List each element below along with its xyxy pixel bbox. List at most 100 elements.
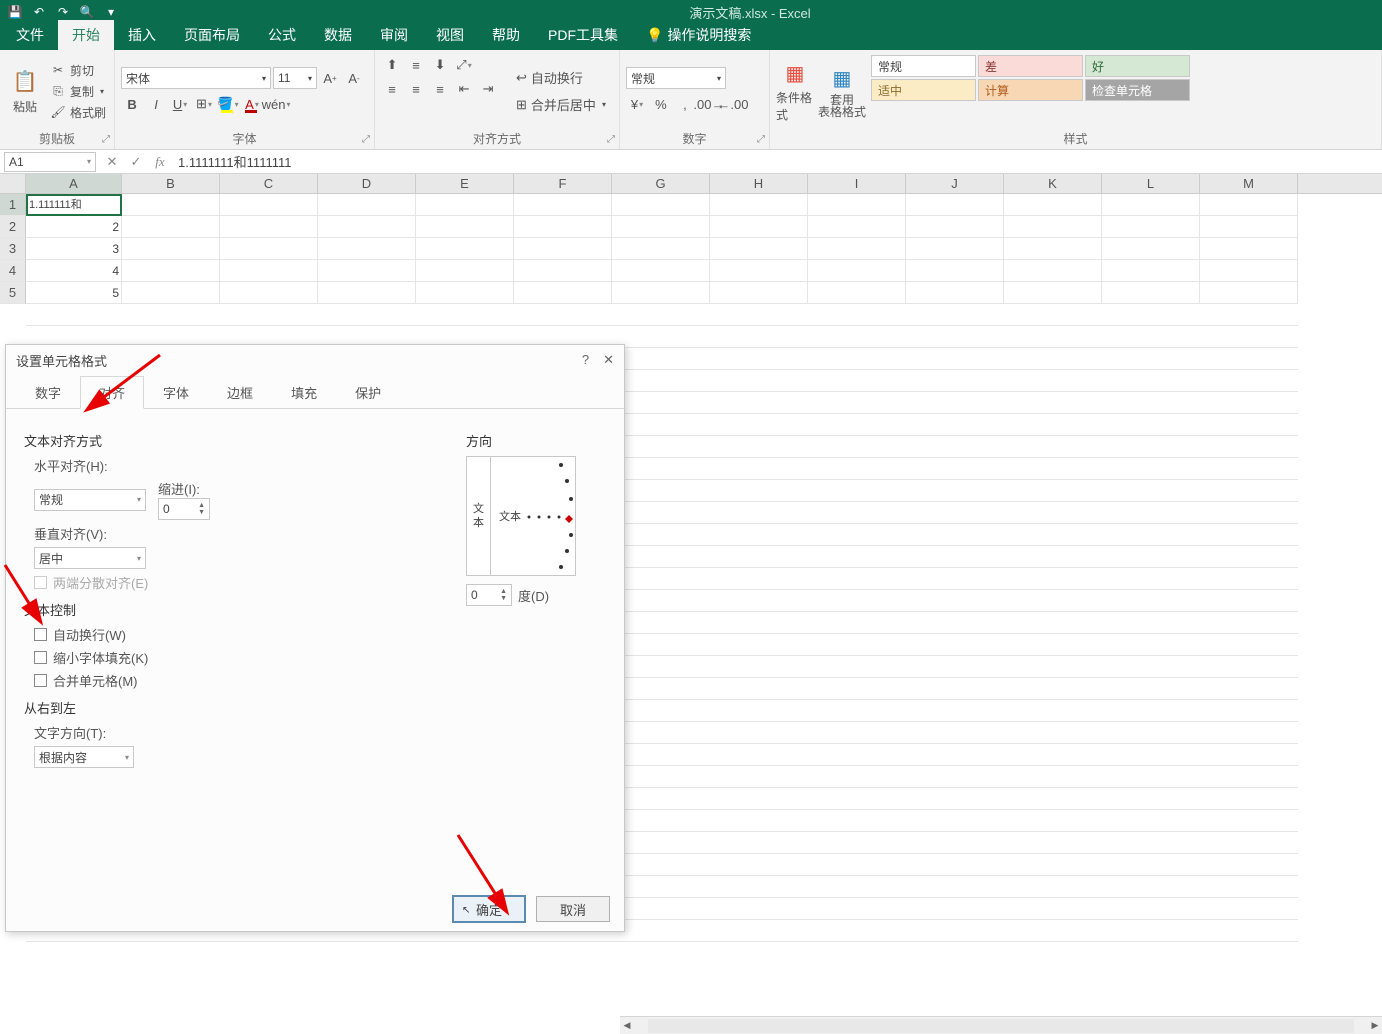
row-header-1[interactable]: 1 [0,194,26,216]
cell[interactable] [416,260,514,282]
increase-font-icon[interactable]: A+ [319,67,341,89]
cell[interactable] [220,216,318,238]
dlg-tab-border[interactable]: 边框 [208,376,272,409]
cell[interactable] [514,238,612,260]
redo-icon[interactable]: ↷ [52,2,74,22]
increase-indent-icon[interactable]: ⇥ [477,78,499,100]
orientation-dial[interactable]: 文本 [491,457,575,575]
qat-more-icon[interactable]: ▾ [100,2,122,22]
tab-home[interactable]: 开始 [58,20,114,50]
tab-page-layout[interactable]: 页面布局 [170,20,254,50]
col-header-F[interactable]: F [514,174,612,193]
cell[interactable] [808,282,906,304]
cell[interactable] [612,216,710,238]
align-bottom-icon[interactable]: ⬇ [429,54,451,76]
cell[interactable] [1102,194,1200,216]
cancel-button[interactable]: 取消 [536,896,610,922]
cell[interactable] [122,238,220,260]
cell[interactable] [612,260,710,282]
degree-spinner[interactable]: 0▲▼ [466,584,512,606]
col-header-I[interactable]: I [808,174,906,193]
cell[interactable] [808,238,906,260]
col-header-B[interactable]: B [122,174,220,193]
cell[interactable] [1200,194,1298,216]
h-align-select[interactable]: 常规▾ [34,489,146,511]
horizontal-scrollbar[interactable]: ◀ ▶ [620,1016,1382,1034]
col-header-A[interactable]: A [26,174,122,193]
cell[interactable] [710,238,808,260]
cell[interactable] [808,216,906,238]
enter-formula-icon[interactable]: ✓ [124,152,148,172]
tab-file[interactable]: 文件 [2,20,58,50]
currency-icon[interactable]: ¥ [626,93,648,115]
cell[interactable] [1200,216,1298,238]
col-header-G[interactable]: G [612,174,710,193]
cell[interactable] [514,194,612,216]
cell[interactable] [416,216,514,238]
spinner-up-icon[interactable]: ▲ [500,588,507,595]
cell[interactable] [710,282,808,304]
cell[interactable] [514,216,612,238]
align-center-icon[interactable]: ≡ [405,78,427,100]
row-header-3[interactable]: 3 [0,238,26,260]
tab-review[interactable]: 审阅 [366,20,422,50]
style-calc[interactable]: 计算 [978,79,1083,101]
col-header-E[interactable]: E [416,174,514,193]
align-left-icon[interactable]: ≡ [381,78,403,100]
cell[interactable] [1004,216,1102,238]
percent-icon[interactable]: % [650,93,672,115]
format-as-table-button[interactable]: ▦ 套用 表格格式 [818,54,866,128]
cell[interactable] [1004,238,1102,260]
tab-view[interactable]: 视图 [422,20,478,50]
cell-A3[interactable]: 3 [26,238,122,260]
align-top-icon[interactable]: ⬆ [381,54,403,76]
merge-cells-check[interactable]: 合并单元格(M) [34,671,426,690]
vertical-text-button[interactable]: 文 本 [467,457,491,575]
cancel-formula-icon[interactable]: ✕ [100,152,124,172]
text-direction-select[interactable]: 根据内容▾ [34,746,134,768]
cell[interactable] [220,194,318,216]
dlg-tab-fill[interactable]: 填充 [272,376,336,409]
tab-pdf[interactable]: PDF工具集 [534,20,632,50]
scroll-right-icon[interactable]: ▶ [1368,1019,1382,1033]
cell[interactable] [122,282,220,304]
cell[interactable] [318,194,416,216]
cell[interactable] [122,260,220,282]
name-box[interactable]: A1▾ [4,152,96,172]
cell[interactable] [318,282,416,304]
cell[interactable] [1102,282,1200,304]
cell[interactable] [416,194,514,216]
cell[interactable] [710,216,808,238]
tell-me[interactable]: 💡 操作说明搜索 [632,20,765,50]
clipboard-launcher-icon[interactable]: ⤢ [102,134,110,145]
tab-insert[interactable]: 插入 [114,20,170,50]
close-icon[interactable]: ✕ [603,352,614,368]
cell[interactable] [1200,260,1298,282]
dlg-tab-number[interactable]: 数字 [16,376,80,409]
tab-formulas[interactable]: 公式 [254,20,310,50]
font-size-select[interactable]: 11▾ [273,67,317,89]
tab-help[interactable]: 帮助 [478,20,534,50]
number-launcher-icon[interactable]: ⤢ [757,134,765,145]
cell[interactable] [220,282,318,304]
orientation-control[interactable]: 文 本 文本 [466,456,576,576]
spinner-down-icon[interactable]: ▼ [500,595,507,602]
cut-button[interactable]: ✂剪切 [48,61,108,80]
cell[interactable] [710,260,808,282]
row-header-2[interactable]: 2 [0,216,26,238]
cell[interactable] [808,260,906,282]
select-all-corner[interactable] [0,174,26,193]
cell[interactable] [612,194,710,216]
style-normal[interactable]: 常规 [871,55,976,77]
cell[interactable] [906,260,1004,282]
cell[interactable] [612,238,710,260]
align-right-icon[interactable]: ≡ [429,78,451,100]
style-good[interactable]: 好 [1085,55,1190,77]
cell[interactable] [906,282,1004,304]
cell[interactable] [220,238,318,260]
formula-input[interactable]: 1.1111111和1111111 [172,152,1382,171]
cell-B1[interactable] [122,194,220,216]
v-align-select[interactable]: 居中▾ [34,547,146,569]
cell[interactable] [1102,260,1200,282]
row-header-5[interactable]: 5 [0,282,26,304]
